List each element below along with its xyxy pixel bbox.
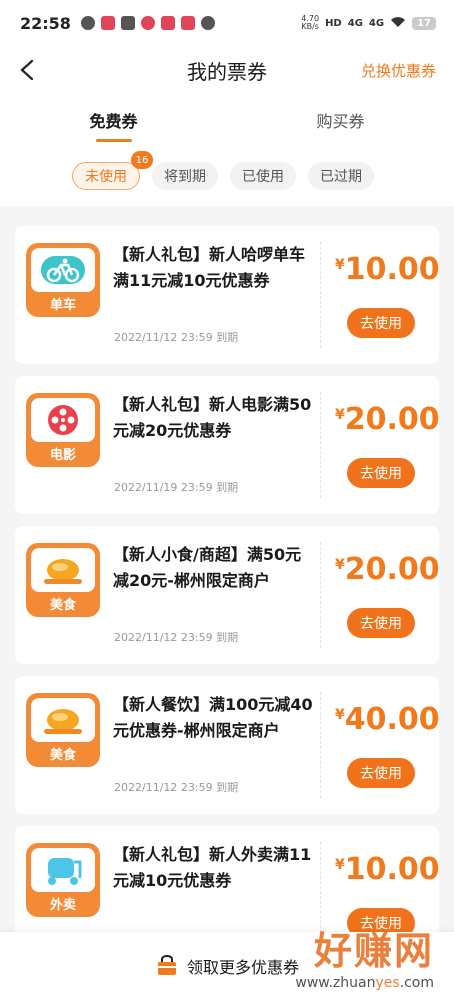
coupon-divider [320,242,321,348]
tab-free-coupons[interactable]: 免费券 [0,94,227,146]
watermark-url: www.zhuanyes.com [295,975,434,991]
get-more-coupons-label: 领取更多优惠券 [186,958,299,977]
coupon-category-badge: 单车 [26,243,100,317]
page-header: 我的票券 兑换优惠券 [0,46,454,94]
redeem-coupon-link[interactable]: 兑换优惠券 [361,60,436,81]
coupon-category-badge: 外卖 [26,843,100,917]
coupon-divider [320,542,321,648]
wechat-icon [80,16,95,30]
bicycle-icon [41,256,85,284]
coupon-expiry: 2022/11/12 23:59 到期 [114,331,239,344]
coupon-title: 【新人礼包】新人哈啰单车满11元减10元优惠券 [113,245,306,290]
coupon-card[interactable]: 电影 【新人礼包】新人电影满50元减20元优惠券 2022/11/19 23:5… [15,376,440,514]
status-bar: 22:58 4.70 KB/s HD 4G 4G 17 [0,0,454,46]
coupon-title: 【新人餐饮】满100元减40元优惠券-郴州限定商户 [113,695,313,740]
site-watermark: 好赚网 www.zhuanyes.com [295,920,434,991]
coupon-card[interactable]: 美食 【新人餐饮】满100元减40元优惠券-郴州限定商户 2022/11/12 … [15,676,440,814]
filter-unused[interactable]: 未使用 16 [72,151,153,190]
net-speed: 4.70 KB/s [301,14,320,31]
news-icon [140,16,155,30]
roast-chicken-icon [44,559,82,584]
tab-purchased-coupons[interactable]: 购买券 [227,94,454,146]
notification-icons [80,16,215,30]
coupon-expiry: 2022/11/12 23:59 到期 [114,781,239,794]
coupon-category-label: 美食 [49,598,76,613]
coupon-price: ¥40.00 [335,702,440,737]
hd-icon: HD [325,17,342,29]
battery-indicator: 17 [412,16,436,30]
app-notification-icon [100,16,115,30]
status-time: 22:58 [20,13,71,33]
coupon-category-label: 单车 [49,298,76,313]
signal-4g-2: 4G [368,17,385,29]
tab-bar: 免费券 购买券 [0,94,454,146]
filter-used[interactable]: 已使用 [230,162,296,190]
filter-chips: 未使用 16 将到期 已使用 已过期 [0,146,454,206]
coupon-bag-icon [157,955,176,975]
coupon-expiry: 2022/11/12 23:59 到期 [114,631,239,644]
coupon-price: ¥10.00 [335,252,440,287]
back-button[interactable] [12,54,44,86]
status-right: 4.70 KB/s HD 4G 4G 17 [301,15,436,31]
app-notification-icon [180,16,195,30]
coupon-expiry: 2022/11/19 23:59 到期 [114,481,239,494]
coupon-list: 单车 【新人礼包】新人哈啰单车满11元减10元优惠券 2022/11/12 23… [15,226,440,964]
coupon-price: ¥20.00 [335,402,440,437]
coupon-title: 【新人小食/商超】满50元减20元-郴州限定商户 [113,545,302,590]
coupon-price: ¥20.00 [335,552,440,587]
film-reel-icon [48,405,78,435]
use-coupon-button[interactable]: 去使用 [347,608,415,638]
filter-expiring[interactable]: 将到期 [152,162,218,190]
coupon-category-badge: 美食 [26,693,100,767]
unused-count-badge: 16 [131,151,153,169]
coupon-divider [320,692,321,798]
roast-chicken-icon [44,709,82,734]
coupon-category-badge: 电影 [26,393,100,467]
coupon-card[interactable]: 单车 【新人礼包】新人哈啰单车满11元减10元优惠券 2022/11/12 23… [15,226,440,364]
signal-4g-1: 4G [347,17,363,29]
coupon-category-label: 美食 [49,748,76,763]
message-icon [200,16,215,30]
coupon-category-label: 电影 [49,448,76,463]
watermark-logo-text: 好赚网 [313,929,434,973]
coupon-category-label: 外卖 [49,898,76,913]
coupon-card[interactable]: 美食 【新人小食/商超】满50元减20元-郴州限定商户 2022/11/12 2… [15,526,440,664]
use-coupon-button[interactable]: 去使用 [347,458,415,488]
coupon-title: 【新人礼包】新人外卖满11元减10元优惠券 [113,845,312,890]
use-coupon-button[interactable]: 去使用 [347,758,415,788]
coupon-divider [320,392,321,498]
page-title: 我的票券 [187,59,267,84]
alipay-icon [120,16,135,30]
chevron-left-icon [20,59,34,81]
scooter-icon [48,858,82,885]
coupon-category-badge: 美食 [26,543,100,617]
coupon-price: ¥10.00 [335,852,440,887]
filter-expired[interactable]: 已过期 [308,162,374,190]
active-tab-indicator [95,139,132,142]
use-coupon-button[interactable]: 去使用 [347,308,415,338]
app-notification-icon [160,16,175,30]
wifi-icon [390,16,406,31]
coupon-title: 【新人礼包】新人电影满50元减20元优惠券 [113,395,312,440]
